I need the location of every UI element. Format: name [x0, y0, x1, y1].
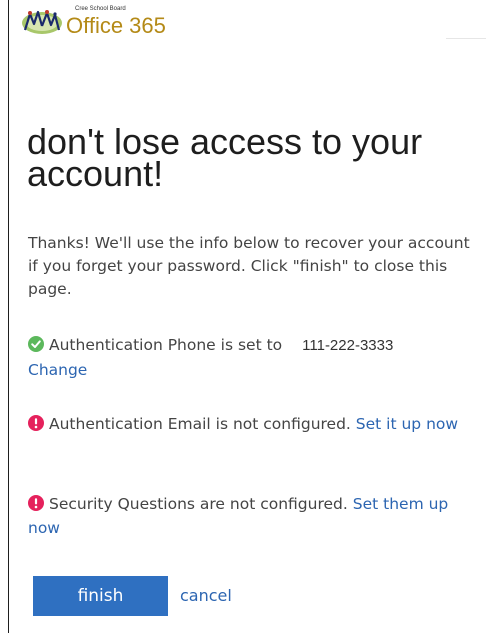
- security-questions-text: Security Questions are not configured.: [49, 495, 348, 513]
- page-frame: Cree School Board Office 365 don't lose …: [8, 0, 486, 633]
- auth-phone-value: 111-222-3333: [302, 337, 394, 354]
- change-phone-link[interactable]: Change: [28, 361, 87, 379]
- cree-school-board-logo-icon: [22, 10, 62, 34]
- auth-email-text: Authentication Email is not configured.: [49, 415, 351, 433]
- finish-button[interactable]: finish: [33, 576, 168, 616]
- page-title: don't lose access to your account!: [27, 121, 423, 194]
- exclamation-circle-icon: [28, 415, 44, 431]
- page-header: Cree School Board Office 365: [21, 4, 481, 44]
- org-name: Cree School Board: [75, 6, 126, 12]
- security-questions-status: Security Questions are not configured. S…: [28, 492, 476, 540]
- product-name: Office 365: [66, 13, 166, 38]
- intro-text: Thanks! We'll use the info below to reco…: [28, 234, 470, 298]
- setup-email-link[interactable]: Set it up now: [356, 415, 458, 433]
- exclamation-circle-icon: [28, 495, 44, 511]
- header-divider: [446, 38, 486, 39]
- check-circle-icon: [28, 336, 44, 352]
- auth-email-status: Authentication Email is not configured. …: [28, 412, 476, 436]
- cancel-link[interactable]: cancel: [180, 586, 232, 605]
- auth-phone-status: Authentication Phone is set to 111-222-33…: [28, 333, 476, 382]
- auth-phone-text: Authentication Phone is set to: [49, 336, 283, 354]
